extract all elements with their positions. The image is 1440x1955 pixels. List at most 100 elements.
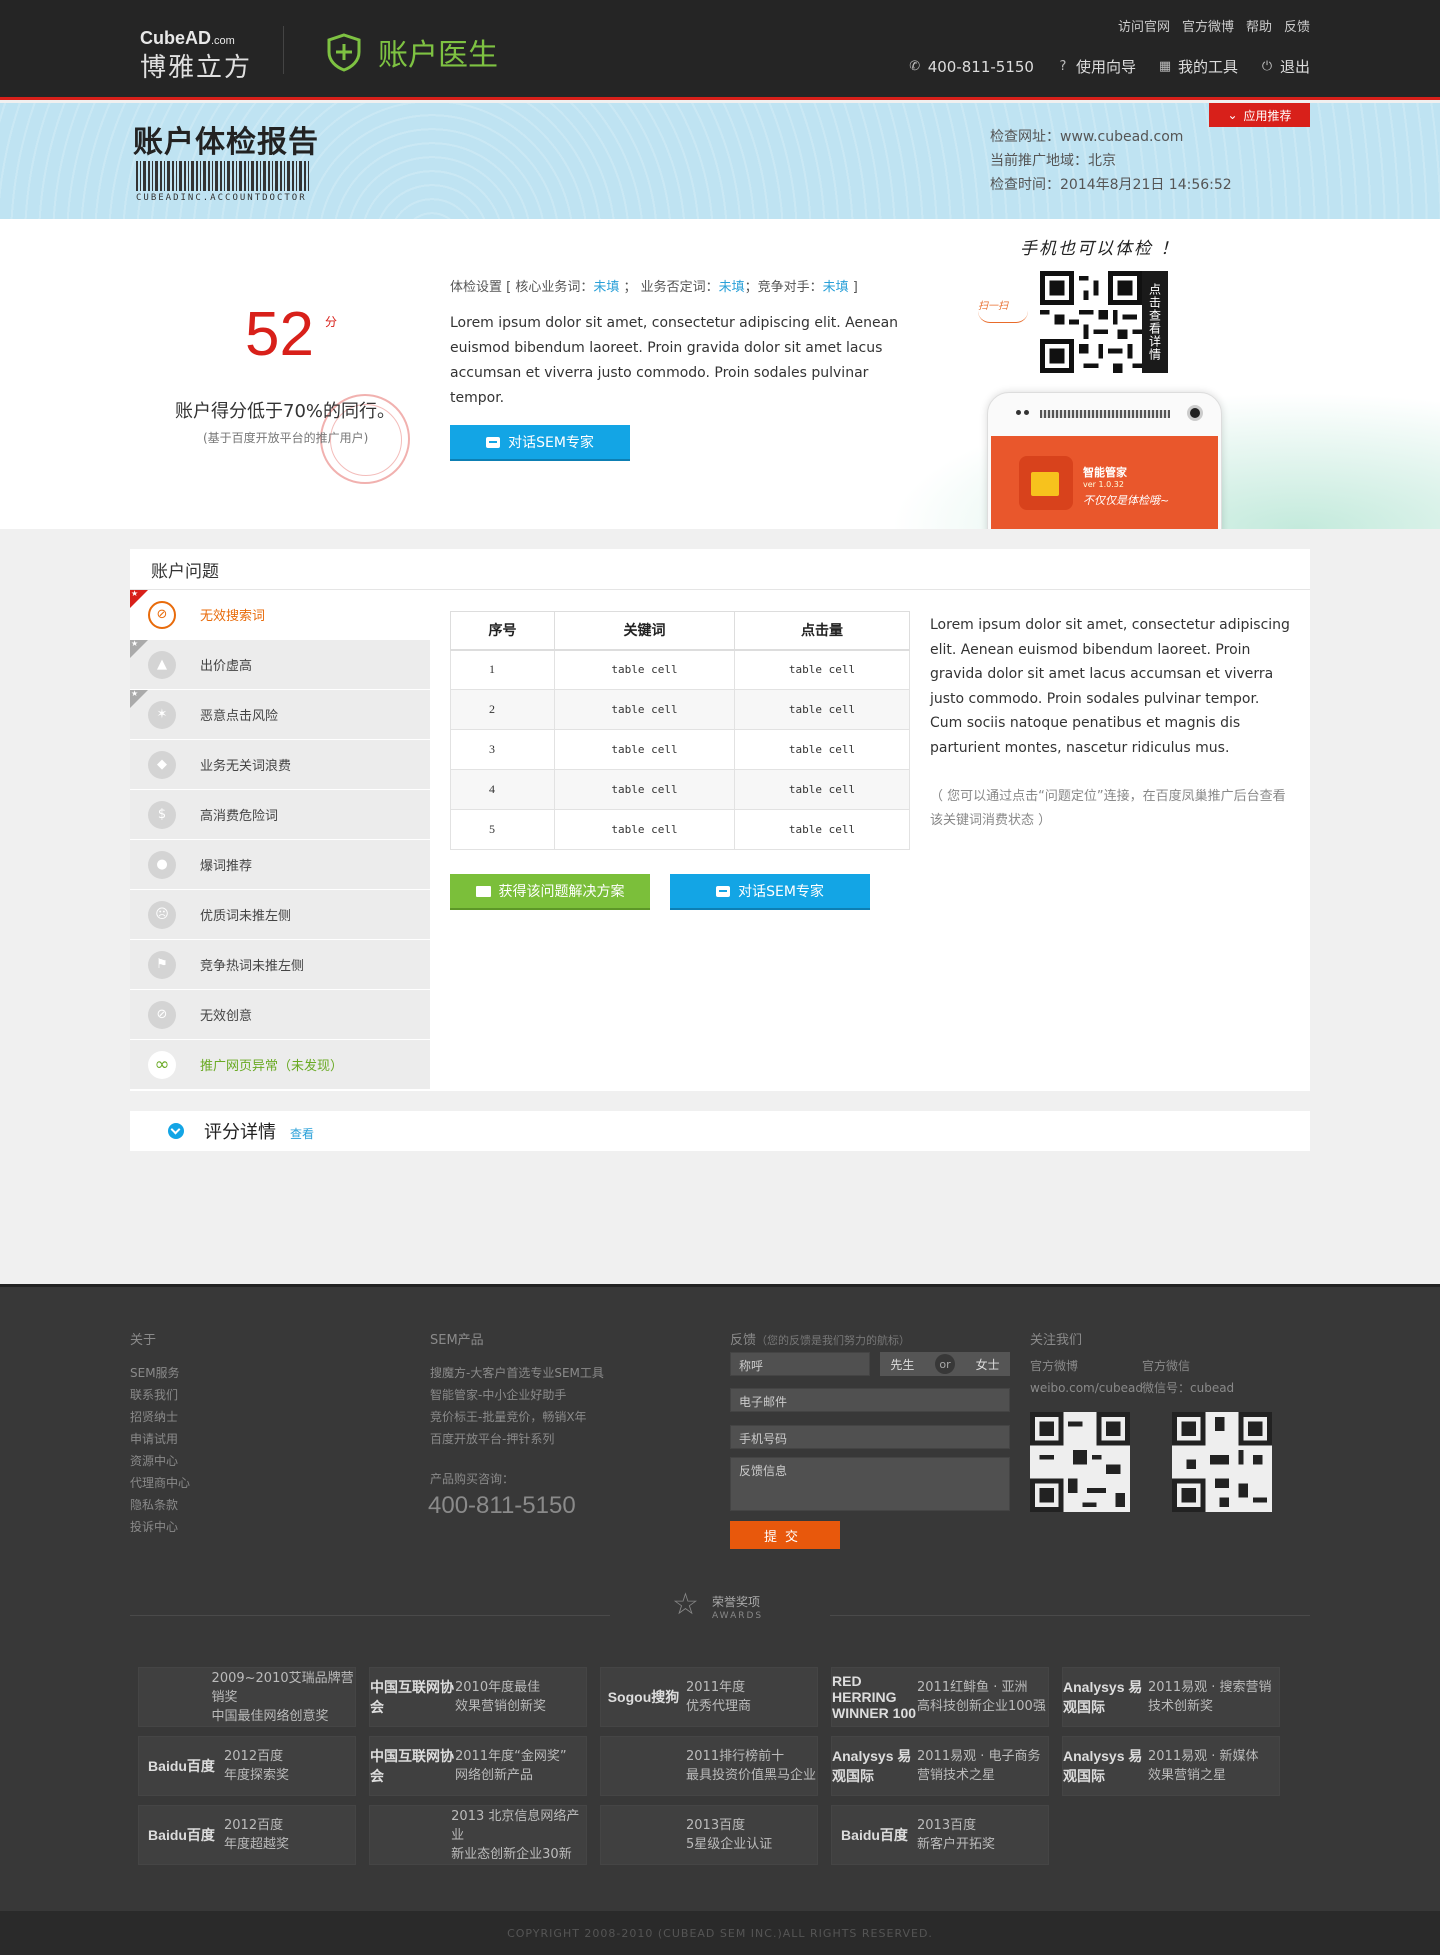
award-line-1: 2011排行榜前十 <box>686 1749 785 1764</box>
question-icon: ? <box>1059 58 1067 74</box>
chat-sem-expert-button-2[interactable]: 对话SEM专家 <box>670 874 870 910</box>
shield-plus-icon <box>327 33 361 72</box>
gender-ms[interactable]: 女士 <box>976 1356 1000 1373</box>
chevron-down-circle-icon[interactable] <box>168 1123 184 1139</box>
award-line-1: 2011易观 · 电子商务 <box>917 1749 1041 1764</box>
phone-screen: 智能管家 ver 1.0.32 不仅仅是体检哦~ <box>991 436 1218 529</box>
check-settings: 体检设置 [ 核心业务词：未填 ； 业务否定词：未填；竞争对手：未填 ] <box>450 276 858 295</box>
awards-divider-left <box>130 1615 610 1616</box>
logo[interactable]: CubeAD.com 博雅立方 <box>140 28 285 83</box>
feedback-title: 反馈（您的反馈是我们努力的航标） <box>730 1329 910 1348</box>
phone-link[interactable]: ✆ 400-811-5150 <box>908 58 1034 76</box>
problem-list: ⊘ 无效搜索词 ▲ 出价虚高 ✶ 恶意点击风险 ◆ 业务无关词浪费 $ 高消费危… <box>130 589 430 1090</box>
mobile-field[interactable]: 手机号码 <box>730 1425 1010 1449</box>
logout-label: 退出 <box>1279 58 1310 76</box>
problem-item-irrelevant-words[interactable]: ◆ 业务无关词浪费 <box>130 740 430 790</box>
award-line-2: 年度超越奖 <box>224 1837 290 1852</box>
table-cell: 3 <box>450 729 555 770</box>
gender-mr[interactable]: 先生 <box>890 1356 914 1373</box>
weibo-title: 官方微博 <box>1030 1359 1079 1373</box>
problem-item-quality-words[interactable]: ☹ 优质词未推左侧 <box>130 890 430 940</box>
weibo-id[interactable]: weibo.com/cubead <box>1030 1377 1143 1399</box>
problem-item-page-error[interactable]: ∞ 推广网页异常（未发现） <box>130 1040 430 1090</box>
power-icon: ⏻ <box>1261 58 1273 74</box>
table-cell: 4 <box>450 769 555 810</box>
award-card: Baidu百度 2013百度 新客户开拓奖 <box>831 1805 1049 1865</box>
score-unit: 分 <box>325 315 338 329</box>
footer-link[interactable]: 搜魔方-大客户首选专业SEM工具 <box>430 1362 604 1384</box>
award-logo: Analysys 易观国际 <box>1063 1679 1143 1715</box>
settings-negative-value[interactable]: 未填 <box>719 280 745 295</box>
table-cell: table cell <box>734 649 910 690</box>
awards-divider-right <box>830 1615 1310 1616</box>
award-card: 2011排行榜前十 最具投资价值黑马企业 <box>600 1736 818 1796</box>
bid-high-icon: ▲ <box>148 650 176 679</box>
problem-label: 高消费危险词 <box>200 809 279 824</box>
phone-number: 400-811-5150 <box>927 57 1034 76</box>
score-description: Lorem ipsum dolor sit amet, consectetur … <box>450 315 899 406</box>
top-link-weibo[interactable]: 官方微博 <box>1182 16 1234 35</box>
problem-item-competitive-words[interactable]: ⚑ 竞争热词未推左侧 <box>130 940 430 990</box>
award-line-1: 2011易观 · 搜索营销 <box>1148 1680 1272 1695</box>
get-solution-button[interactable]: 获得该问题解决方案 <box>450 874 650 910</box>
message-field[interactable]: 反馈信息 <box>730 1457 1010 1511</box>
footer-link[interactable]: SEM服务 <box>130 1362 190 1384</box>
footer-link[interactable]: 代理商中心 <box>130 1472 190 1494</box>
chat-sem-expert-button[interactable]: 对话SEM专家 <box>450 425 630 461</box>
top-link-website[interactable]: 访问官网 <box>1118 16 1170 35</box>
table-row[interactable]: 2 table cell table cell <box>450 689 910 730</box>
follow-title: 关注我们 <box>1030 1333 1083 1348</box>
settings-core-value[interactable]: 未填 <box>593 280 619 295</box>
app-recommend-button[interactable]: ⌄ 应用推荐 <box>1209 103 1310 127</box>
award-card: Sogou搜狗 2011年度 优秀代理商 <box>600 1667 818 1727</box>
footer-link[interactable]: 投诉中心 <box>130 1516 190 1538</box>
award-line-2: 新客户开拓奖 <box>917 1837 996 1852</box>
problem-item-hot-words[interactable]: ● 爆词推荐 <box>130 840 430 890</box>
problem-item-invalid-search[interactable]: ⊘ 无效搜索词 <box>130 589 430 640</box>
score-detail-link[interactable]: 查看 <box>290 1125 314 1142</box>
footer-link[interactable]: 联系我们 <box>130 1384 190 1406</box>
settings-mid1: ； 业务否定词： <box>619 280 719 295</box>
footer-link[interactable]: 招贤纳士 <box>130 1406 190 1428</box>
problem-label: 无效创意 <box>200 1009 253 1024</box>
col-clicks: 点击量 <box>734 611 910 651</box>
problem-item-bid-high[interactable]: ▲ 出价虚高 <box>130 639 430 690</box>
top-link-feedback[interactable]: 反馈 <box>1284 16 1310 35</box>
submit-button[interactable]: 提交 <box>730 1521 840 1549</box>
footer-link[interactable]: 竞价标王-批量竞价，畅销X年 <box>430 1406 604 1428</box>
award-text: 2011年度“金网奖” 网络创新产品 <box>455 1747 567 1785</box>
footer-link[interactable]: 百度开放平台-押针系列 <box>430 1428 604 1450</box>
get-solution-label: 获得该问题解决方案 <box>498 884 625 900</box>
footer-link[interactable]: 隐私条款 <box>130 1494 190 1516</box>
link-icon: ∞ <box>148 1050 176 1079</box>
top-link-help[interactable]: 帮助 <box>1246 16 1272 35</box>
award-text: 2013百度 新客户开拓奖 <box>917 1816 995 1854</box>
qr-detail-link[interactable]: 点击查看详情 <box>1142 271 1168 373</box>
settings-competitor-value[interactable]: 未填 <box>823 280 849 295</box>
footer-link[interactable]: 资源中心 <box>130 1450 190 1472</box>
table-row[interactable]: 4 table cell table cell <box>450 769 910 810</box>
qr-code[interactable] <box>1040 271 1142 373</box>
problem-item-high-cost[interactable]: $ 高消费危险词 <box>130 790 430 840</box>
email-field[interactable]: 电子邮件 <box>730 1388 1010 1412</box>
problem-item-invalid-creative[interactable]: ⊘ 无效创意 <box>130 990 430 1040</box>
footer-link[interactable]: 智能管家-中小企业好助手 <box>430 1384 604 1406</box>
name-field[interactable]: 称呼 <box>730 1352 870 1376</box>
award-line-1: 2012百度 <box>224 1818 284 1833</box>
table-row[interactable]: 5 table cell table cell <box>450 809 910 850</box>
gender-toggle[interactable]: 先生 or 女士 <box>880 1352 1010 1376</box>
tools-link[interactable]: ▦ 我的工具 <box>1158 56 1238 77</box>
col-index: 序号 <box>450 611 555 651</box>
gender-or: or <box>935 1354 955 1374</box>
award-line-1: 2013 北京信息网络产业 <box>451 1808 580 1843</box>
table-row[interactable]: 3 table cell table cell <box>450 729 910 770</box>
table-row[interactable]: 1 table cell table cell <box>450 649 910 690</box>
guide-link[interactable]: ? 使用向导 <box>1056 56 1136 77</box>
problem-label: 恶意点击风险 <box>200 709 279 724</box>
logout-link[interactable]: ⏻ 退出 <box>1260 56 1310 77</box>
footer-link[interactable]: 申请试用 <box>130 1428 190 1450</box>
problem-item-click-risk[interactable]: ✶ 恶意点击风险 <box>130 689 430 740</box>
account-problems-panel: 账户问题 ⊘ 无效搜索词 ▲ 出价虚高 ✶ 恶意点击风险 ◆ 业务无关词浪费 $… <box>130 549 1310 1091</box>
problem-label: 竞争热词未推左侧 <box>200 959 305 974</box>
award-card: Baidu百度 2012百度 年度探索奖 <box>138 1736 356 1796</box>
